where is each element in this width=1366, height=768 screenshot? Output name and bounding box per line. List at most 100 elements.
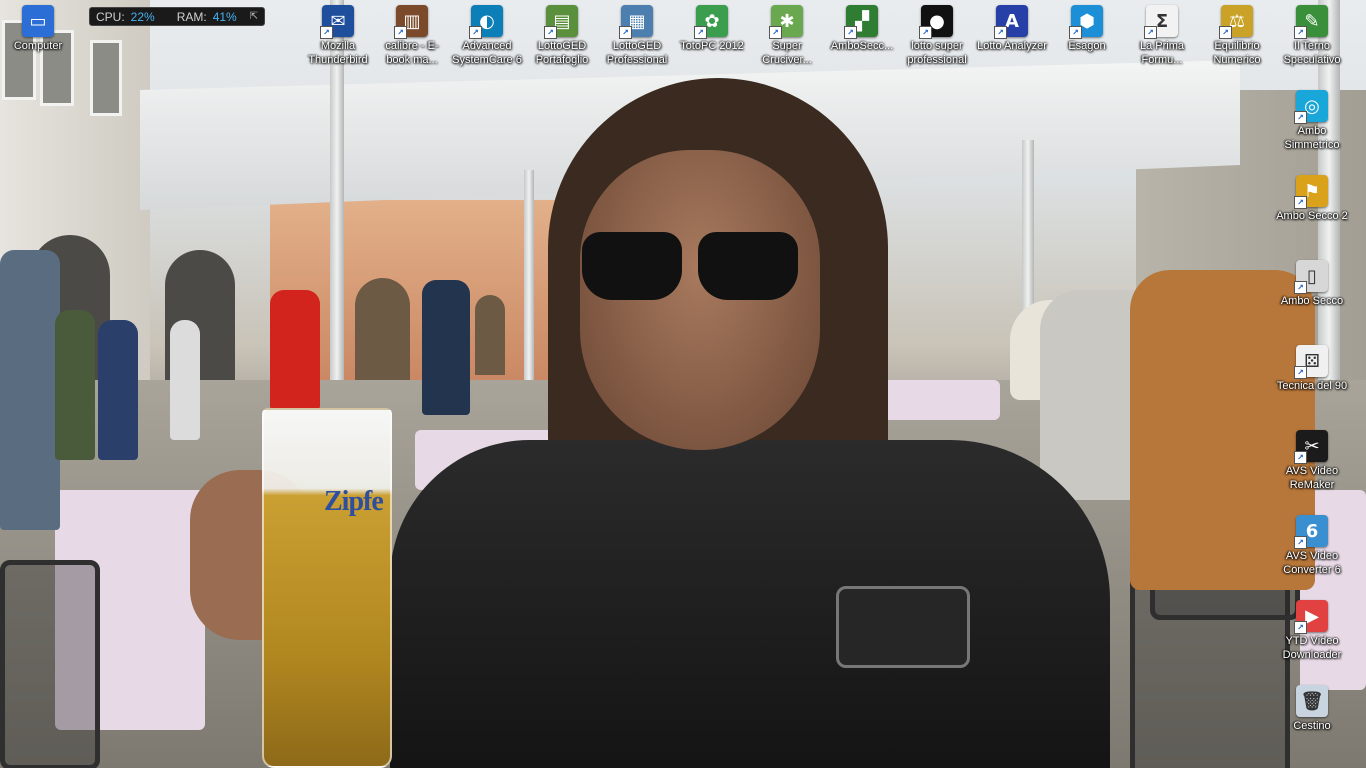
desktop-icon-la-prima-formula[interactable]: Σ ↗ La Prima Formu... bbox=[1124, 5, 1200, 67]
wallpaper-lens-right bbox=[698, 232, 798, 300]
terno-speculativo-icon: ✎ ↗ bbox=[1294, 5, 1328, 39]
ytd-downloader-icon: ▶ ↗ bbox=[1294, 600, 1328, 634]
desktop-icon-ambo-simmetrico[interactable]: ◎ ↗ Ambo Simmetrico bbox=[1274, 90, 1350, 152]
desktop-icon-equilibrio-numerico[interactable]: ⚖ ↗ Equilibrio Numerico bbox=[1199, 5, 1275, 67]
shortcut-arrow-icon: ↗ bbox=[844, 26, 857, 39]
recycle-bin-icon: 🗑 bbox=[1296, 685, 1328, 717]
shortcut-arrow-icon: ↗ bbox=[769, 26, 782, 39]
desktop-icon-ambosecco[interactable]: ▞ ↗ AmboSecc... bbox=[824, 5, 900, 53]
desktop-icon-lotto-analyzer[interactable]: A ↗ Lotto Analyzer bbox=[974, 5, 1050, 53]
desktop-icon-lotto-super-professional[interactable]: ● ↗ lotto super professional bbox=[899, 5, 975, 67]
ytd-video-downloader-glyph: ▶ bbox=[1305, 605, 1319, 627]
expand-gadget-icon[interactable]: ⇱ bbox=[250, 11, 258, 22]
film-scissors-icon: ✂ ↗ bbox=[1294, 430, 1328, 464]
desktop-icon-computer[interactable]: ▭ Computer bbox=[0, 5, 76, 53]
wallpaper-lens-left bbox=[582, 232, 682, 300]
wallpaper-chair bbox=[0, 560, 100, 768]
shortcut-arrow-icon: ↗ bbox=[1069, 26, 1082, 39]
desktop-icon-label: YTD Video Downloader bbox=[1282, 635, 1342, 661]
wallpaper-pedestrian bbox=[170, 320, 200, 440]
dice-icon: ⚄ ↗ bbox=[1294, 345, 1328, 379]
desktop-icon-super-cruciverba[interactable]: ✱ ↗ Super Cruciver... bbox=[749, 5, 825, 67]
desktop-icon-label: calibre - E-book ma... bbox=[385, 40, 439, 66]
shortcut-arrow-icon: ↗ bbox=[469, 26, 482, 39]
wallpaper-window bbox=[90, 40, 122, 116]
desktop-icon-mozilla-thunderbird[interactable]: ✉ ↗ Mozilla Thunderbird bbox=[300, 5, 376, 67]
computer-icon: ▭ bbox=[22, 5, 54, 37]
shortcut-arrow-icon: ↗ bbox=[1294, 451, 1307, 464]
desktop-icon-label: La Prima Formu... bbox=[1139, 40, 1185, 66]
desktop-icon-label: Equilibrio Numerico bbox=[1213, 40, 1261, 66]
sigma-formula-icon: Σ ↗ bbox=[1144, 5, 1178, 39]
super-cruciverba-icon: ✱ ↗ bbox=[769, 5, 803, 39]
desktop-icon-label: Ambo Secco 2 bbox=[1276, 210, 1348, 222]
desktop-icon-totopc-2012[interactable]: ✿ ↗ TotoPC 2012 bbox=[674, 5, 750, 53]
ambo-secco-icon: ▯ ↗ bbox=[1294, 260, 1328, 294]
desktop-icon-ambo-secco[interactable]: ▯ ↗ Ambo Secco bbox=[1274, 260, 1350, 308]
lotto-super-professional-icon: ● ↗ bbox=[919, 5, 953, 39]
desktop-icon-label: Computer bbox=[13, 40, 63, 52]
wallpaper-pedestrian bbox=[55, 310, 95, 460]
wallpaper-pedestrian bbox=[270, 290, 320, 410]
shortcut-arrow-icon: ↗ bbox=[994, 26, 1007, 39]
shortcut-arrow-icon: ↗ bbox=[1219, 26, 1232, 39]
shortcut-arrow-icon: ↗ bbox=[1294, 111, 1307, 124]
shortcut-arrow-icon: ↗ bbox=[1294, 26, 1307, 39]
cpu-value: 22% bbox=[130, 9, 155, 24]
video-converter-icon: 6 ↗ bbox=[1294, 515, 1328, 549]
shortcut-arrow-icon: ↗ bbox=[1294, 366, 1307, 379]
wallpaper-jacket-badge bbox=[836, 586, 970, 668]
desktop-wallpaper: Zipfe bbox=[0, 0, 1366, 768]
wallpaper-arch bbox=[475, 295, 505, 375]
desktop-icon-tecnica-del-90[interactable]: ⚄ ↗ Tecnica del 90 bbox=[1274, 345, 1350, 393]
desktop-icon-label: AVS Video Converter 6 bbox=[1283, 550, 1341, 576]
desktop-icon-label: Super Cruciver... bbox=[762, 40, 812, 66]
desktop-icon-esagon[interactable]: ⬢ ↗ Esagon bbox=[1049, 5, 1125, 53]
wallpaper-sunglasses bbox=[582, 232, 802, 302]
ambosecco-icon: ▞ ↗ bbox=[844, 5, 878, 39]
wallpaper-person-jacket bbox=[390, 440, 1110, 768]
totopc-icon: ✿ ↗ bbox=[694, 5, 728, 39]
systemcare-icon: ◐ ↗ bbox=[469, 5, 503, 39]
calibre-books-icon: ▥ ↗ bbox=[394, 5, 428, 39]
desktop-icon-cestino[interactable]: 🗑 Cestino bbox=[1274, 685, 1350, 733]
shortcut-arrow-icon: ↗ bbox=[694, 26, 707, 39]
avs-video-converter-glyph: 6 bbox=[1305, 520, 1319, 542]
lottoged-professional-icon: ▦ ↗ bbox=[619, 5, 653, 39]
desktop-icon-calibre[interactable]: ▥ ↗ calibre - E-book ma... bbox=[374, 5, 450, 67]
desktop-icon-avs-video-converter[interactable]: 6 ↗ AVS Video Converter 6 bbox=[1274, 515, 1350, 577]
desktop-icon-label: TotoPC 2012 bbox=[680, 40, 744, 52]
shortcut-arrow-icon: ↗ bbox=[1294, 196, 1307, 209]
shortcut-arrow-icon: ↗ bbox=[1144, 26, 1157, 39]
desktop-icon-label: LottoGED Professional bbox=[606, 40, 668, 66]
wallpaper-arch bbox=[355, 278, 410, 388]
lotto-analyzer-glyph: A bbox=[1005, 10, 1019, 32]
shortcut-arrow-icon: ↗ bbox=[1294, 281, 1307, 294]
cestino-glyph: 🗑 bbox=[1300, 690, 1324, 712]
desktop-icon-label: Cestino bbox=[1293, 720, 1331, 732]
balance-scale-icon: ⚖ ↗ bbox=[1219, 5, 1253, 39]
wallpaper-table bbox=[880, 380, 1000, 420]
shortcut-arrow-icon: ↗ bbox=[320, 26, 333, 39]
desktop-icon-il-terno-speculativo[interactable]: ✎ ↗ Il Terno Speculativo bbox=[1274, 5, 1350, 67]
desktop-icon-lottoged-professional[interactable]: ▦ ↗ LottoGED Professional bbox=[599, 5, 675, 67]
wallpaper-beer-label: Zipfe bbox=[324, 486, 384, 517]
computer-glyph: ▭ bbox=[29, 10, 47, 32]
desktop-icon-advanced-systemcare[interactable]: ◐ ↗ Advanced SystemCare 6 bbox=[449, 5, 525, 67]
desktop-icon-label: Lotto Analyzer bbox=[977, 40, 1047, 52]
ambo-secco-glyph: ▯ bbox=[1307, 265, 1317, 287]
lottoged-portafoglio-icon: ▤ ↗ bbox=[544, 5, 578, 39]
wallpaper-pedestrian bbox=[422, 280, 470, 415]
shortcut-arrow-icon: ↗ bbox=[1294, 621, 1307, 634]
wallpaper-beer-glass bbox=[262, 408, 392, 768]
desktop-icon-lottoged-portafoglio[interactable]: ▤ ↗ LottoGED Portafoglio bbox=[524, 5, 600, 67]
desktop-icon-label: Il Terno Speculativo bbox=[1283, 40, 1341, 66]
esagon-hexagon-icon: ⬢ ↗ bbox=[1069, 5, 1103, 39]
desktop-icon-avs-video-remaker[interactable]: ✂ ↗ AVS Video ReMaker bbox=[1274, 430, 1350, 492]
desktop-icon-ambo-secco-2[interactable]: ⚑ ↗ Ambo Secco 2 bbox=[1274, 175, 1350, 223]
desktop-icon-ytd-video-downloader[interactable]: ▶ ↗ YTD Video Downloader bbox=[1274, 600, 1350, 662]
desktop-icon-label: LottoGED Portafoglio bbox=[535, 40, 589, 66]
cpu-ram-gadget[interactable]: CPU: 22% RAM: 41% ⇱ bbox=[89, 7, 265, 26]
thunderbird-icon: ✉ ↗ bbox=[320, 5, 354, 39]
wallpaper-pedestrian bbox=[0, 250, 60, 530]
